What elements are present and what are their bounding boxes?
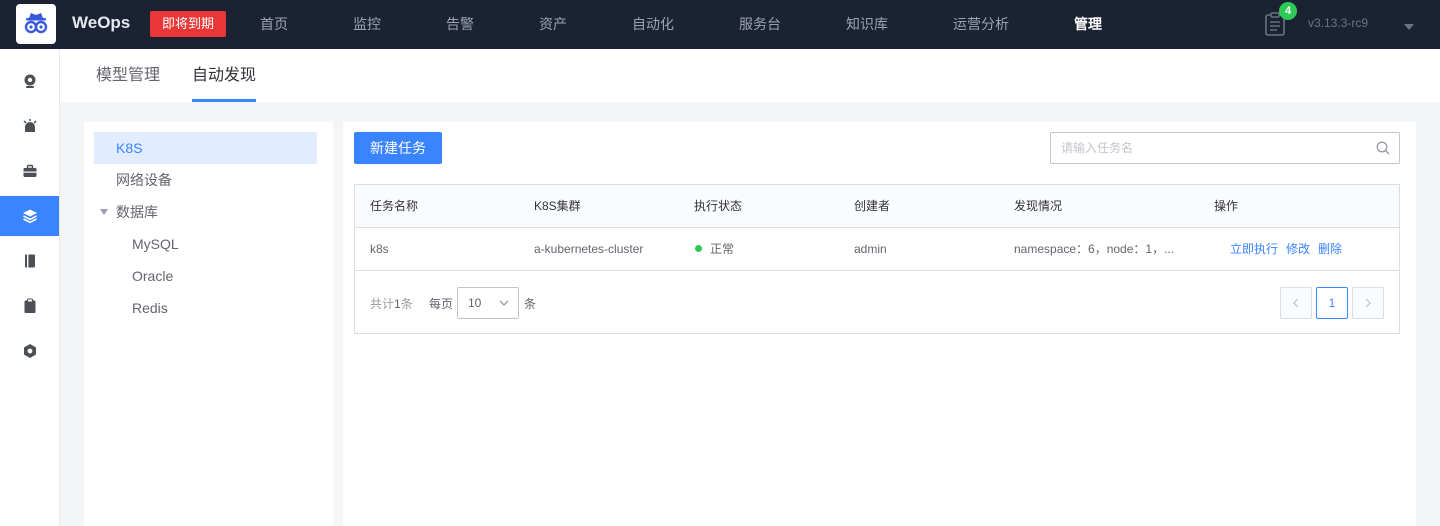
- delete-link[interactable]: 删除: [1318, 242, 1342, 256]
- search-icon[interactable]: [1376, 141, 1390, 155]
- nav-home[interactable]: 首页: [260, 0, 288, 49]
- chevron-left-icon: [1293, 298, 1299, 308]
- monitor-icon: [24, 74, 35, 88]
- tree-expand-caret-icon[interactable]: [100, 209, 108, 215]
- settings-hex-icon: [23, 344, 36, 358]
- tab-auto-discovery[interactable]: 自动发现: [192, 49, 257, 102]
- nav-automation[interactable]: 自动化: [632, 0, 674, 49]
- task-search-input[interactable]: [1051, 133, 1361, 163]
- sidebar-item-model[interactable]: [0, 196, 59, 236]
- tree-node-oracle[interactable]: Oracle: [132, 260, 173, 292]
- chevron-right-icon: [1365, 298, 1371, 308]
- column-creator: 创建者: [854, 199, 891, 213]
- sidebar-item-book[interactable]: [0, 241, 59, 281]
- column-exec-status: 执行状态: [694, 199, 743, 213]
- sidebar-item-assets[interactable]: [0, 151, 59, 191]
- task-table: 任务名称 K8S集群 执行状态 创建者 发现情况 操作 k8s a-kubern…: [354, 184, 1400, 334]
- nav-knowledge-base[interactable]: 知识库: [846, 0, 888, 49]
- cell-exec-status: 正常: [695, 228, 734, 270]
- column-k8s-cluster: K8S集群: [534, 199, 581, 213]
- cell-creator: admin: [854, 242, 887, 256]
- sidebar-item-clipboard[interactable]: [0, 286, 59, 326]
- layers-icon: [22, 209, 37, 224]
- per-page-value: 10: [468, 296, 482, 310]
- status-text: 正常: [710, 242, 735, 256]
- cell-task-name: k8s: [370, 242, 389, 256]
- nav-management[interactable]: 管理: [1074, 0, 1102, 49]
- book-icon: [24, 254, 35, 268]
- pagination-total: 共计1条: [370, 295, 413, 312]
- weops-logo[interactable]: [16, 4, 56, 44]
- per-page-label: 每页: [429, 297, 454, 311]
- total-prefix: 共计: [370, 297, 395, 311]
- page-tabs: 模型管理 自动发现: [60, 49, 1440, 102]
- status-success-dot: [695, 245, 702, 253]
- per-page-select[interactable]: 10: [457, 287, 519, 319]
- alarm-icon: [22, 119, 37, 132]
- per-page-unit: 条: [524, 297, 537, 311]
- tree-node-database[interactable]: 数据库: [116, 196, 158, 228]
- total-count: 1: [394, 297, 401, 311]
- brand-name: WeOps: [72, 13, 131, 32]
- nav-service-desk[interactable]: 服务台: [739, 0, 781, 49]
- column-actions: 操作: [1214, 199, 1239, 213]
- tree-node-redis[interactable]: Redis: [132, 292, 168, 324]
- icon-sidebar: [0, 49, 60, 526]
- nav-alarm[interactable]: 告警: [446, 0, 474, 49]
- cell-k8s-cluster: a-kubernetes-cluster: [534, 242, 644, 256]
- discovery-type-tree: K8S 网络设备 数据库 MySQL Oracle Redis: [84, 122, 333, 526]
- column-discovery: 发现情况: [1014, 199, 1063, 213]
- top-navigation: WeOps 即将到期 首页 监控 告警 资产 自动化 服务台 知识库 运营分析 …: [0, 0, 1440, 49]
- run-now-link[interactable]: 立即执行: [1230, 242, 1278, 256]
- table-header: 任务名称 K8S集群 执行状态 创建者 发现情况 操作: [355, 185, 1399, 228]
- chevron-down-icon: [499, 300, 509, 306]
- tree-node-mysql[interactable]: MySQL: [132, 228, 179, 260]
- clipboard-icon: [24, 298, 35, 313]
- logo-icon: [24, 13, 48, 34]
- page-number-button[interactable]: 1: [1316, 287, 1348, 319]
- sidebar-item-alarm[interactable]: [0, 106, 59, 146]
- nav-assets[interactable]: 资产: [539, 0, 567, 49]
- sidebar-item-monitor[interactable]: [0, 61, 59, 101]
- cell-discovery: namespace：6，node：1，...: [1014, 242, 1175, 256]
- briefcase-icon: [23, 164, 36, 177]
- tab-model-management[interactable]: 模型管理: [96, 49, 160, 102]
- sidebar-item-settings[interactable]: [0, 331, 59, 371]
- task-search: [1050, 132, 1400, 164]
- tree-node-network-device[interactable]: 网络设备: [116, 164, 172, 196]
- nav-operation-analysis[interactable]: 运营分析: [953, 0, 1009, 49]
- expire-badge[interactable]: 即将到期: [150, 11, 227, 37]
- version-label: v3.13.3-rc9: [1308, 16, 1369, 30]
- next-page-button[interactable]: [1352, 287, 1384, 319]
- total-suffix: 条: [400, 297, 413, 311]
- column-task-name: 任务名称: [370, 199, 419, 213]
- prev-page-button[interactable]: [1280, 287, 1312, 319]
- cell-actions: 立即执行 修改 删除: [1230, 228, 1350, 270]
- notification-count-badge: 4: [1279, 2, 1297, 20]
- nav-monitor[interactable]: 监控: [353, 0, 381, 49]
- edit-link[interactable]: 修改: [1286, 242, 1310, 256]
- user-menu-caret-icon[interactable]: [1404, 24, 1414, 30]
- tree-node-k8s[interactable]: K8S: [94, 132, 317, 164]
- table-row: k8s a-kubernetes-cluster 正常 admin namesp…: [355, 228, 1399, 271]
- new-task-button[interactable]: 新建任务: [354, 132, 442, 164]
